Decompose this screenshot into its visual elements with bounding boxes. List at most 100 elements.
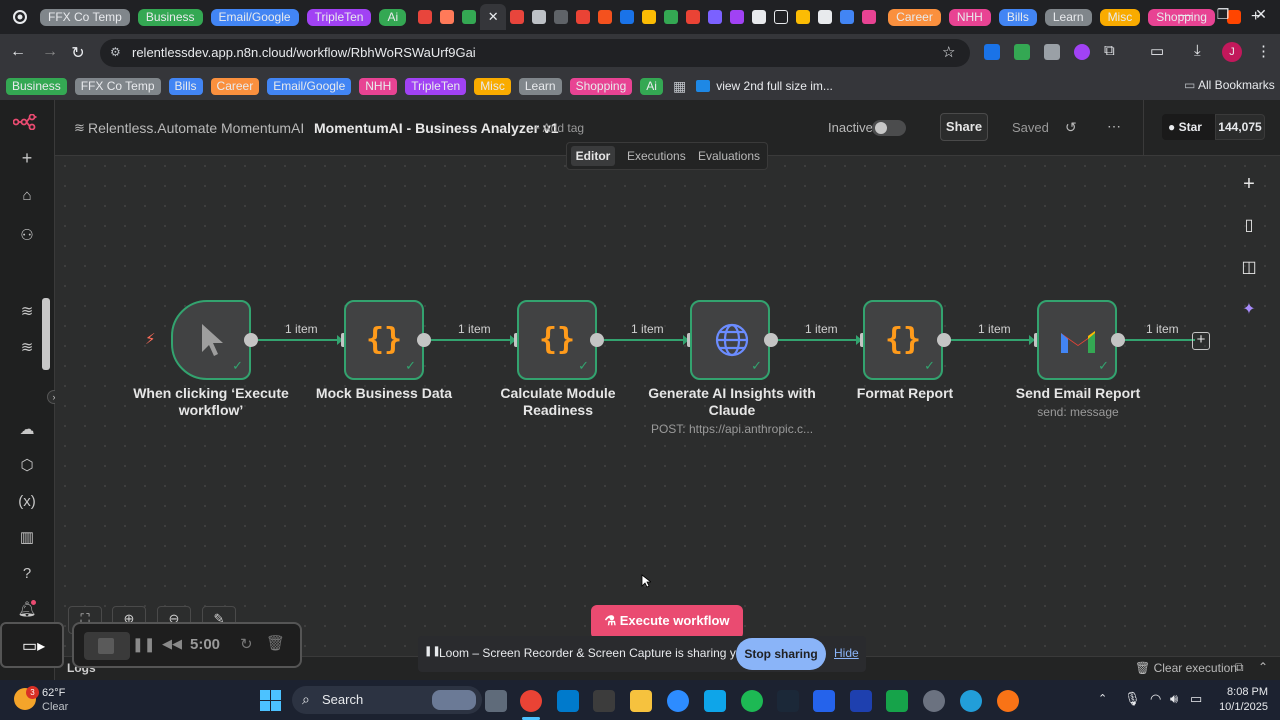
bookmark-folder-learn[interactable]: Learn xyxy=(518,77,562,95)
project-icon[interactable]: ≋ xyxy=(17,338,37,358)
tab-group-learn[interactable]: Learn xyxy=(1044,8,1092,26)
chrome-kebab-icon[interactable]: ⋮ xyxy=(1256,42,1271,60)
drive-icon[interactable] xyxy=(1014,44,1030,60)
tab-favicon[interactable] xyxy=(708,10,723,24)
templates-icon[interactable]: ⬡ xyxy=(17,456,37,476)
bookmark-folder-shopping[interactable]: Shopping xyxy=(569,77,633,95)
windows-start-icon[interactable] xyxy=(260,690,281,711)
extensions-puzzle-icon[interactable]: ⧉ xyxy=(1104,42,1115,59)
telegram-icon[interactable] xyxy=(960,690,982,712)
tab-favicon[interactable] xyxy=(686,10,701,24)
output-handle[interactable] xyxy=(1111,333,1125,347)
delete-icon[interactable]: 🗑︎ xyxy=(266,634,285,652)
tab-favicon[interactable] xyxy=(576,10,591,24)
extension-icon[interactable] xyxy=(984,44,1000,60)
close-window-icon[interactable]: ✕ xyxy=(1246,6,1276,26)
tab-favicon[interactable] xyxy=(554,10,569,24)
tab-favicon[interactable] xyxy=(840,10,855,24)
n8n-logo-icon[interactable] xyxy=(12,113,37,134)
bookmark-folder-nhh[interactable]: NHH xyxy=(359,77,398,95)
execute-workflow-button[interactable]: ⚗︎ Execute workflow xyxy=(591,605,743,639)
app-icon[interactable] xyxy=(997,690,1019,712)
logs-popout-icon[interactable]: ⧉ xyxy=(1235,660,1244,675)
microphone-icon[interactable]: 🎙︎ xyxy=(1124,691,1141,707)
more-options-icon[interactable]: ⋯ xyxy=(1107,118,1121,135)
weather-temp[interactable]: 62°F xyxy=(42,687,65,699)
notepad-icon[interactable] xyxy=(850,690,872,712)
reload-icon[interactable]: ↻ xyxy=(68,43,88,63)
apps-grid-icon[interactable]: ▦ xyxy=(673,78,686,95)
tab-favicon[interactable] xyxy=(440,10,455,24)
chrome-taskbar-icon[interactable] xyxy=(520,690,542,712)
file-explorer-icon[interactable] xyxy=(630,690,652,712)
output-handle[interactable] xyxy=(417,333,431,347)
minimize-icon[interactable]: — xyxy=(1170,6,1200,26)
store-icon[interactable] xyxy=(704,690,726,712)
bookmark-star-icon[interactable]: ☆ xyxy=(942,43,955,61)
chrome-menu-icon[interactable] xyxy=(0,0,40,34)
active-toggle[interactable] xyxy=(872,120,906,136)
bookmark-folder-ai[interactable]: Ai xyxy=(640,77,663,95)
forward-icon[interactable]: → xyxy=(40,43,60,63)
tab-favicon[interactable] xyxy=(862,10,877,24)
share-button[interactable]: Share xyxy=(940,113,988,141)
tab-favicon[interactable] xyxy=(796,10,811,24)
tab-favicon[interactable] xyxy=(730,10,745,24)
sticky-note-icon[interactable]: ▯ xyxy=(1235,212,1263,240)
bookmark-folder-email-google[interactable]: Email/Google xyxy=(267,77,352,95)
hide-sharing-link[interactable]: Hide xyxy=(834,646,859,660)
node-generate-ai-insights[interactable]: ✓ xyxy=(690,300,770,380)
github-star-button[interactable]: ● Star xyxy=(1162,114,1215,140)
loom-camera-bubble[interactable]: ▭▸ xyxy=(0,622,64,668)
tab-group-misc[interactable]: Misc xyxy=(1099,8,1141,26)
rewind-icon[interactable]: ◀◀ xyxy=(162,636,182,652)
node-mock-business-data[interactable]: {} ✓ xyxy=(344,300,424,380)
spotify-icon[interactable] xyxy=(741,690,763,712)
taskbar-search[interactable]: ⌕ Search xyxy=(292,686,482,714)
clock-time[interactable]: 8:08 PM xyxy=(1226,686,1268,698)
active-tab-close-icon[interactable]: ✕ xyxy=(480,4,507,30)
tab-group-tripleten[interactable]: TripleTen xyxy=(306,8,372,26)
app-icon[interactable] xyxy=(886,690,908,712)
bookmark-folder-bills[interactable]: Bills xyxy=(168,77,203,95)
bookmark-folder-tripleten[interactable]: TripleTen xyxy=(405,77,467,95)
add-node-panel-icon[interactable]: + xyxy=(1235,170,1263,198)
restart-icon[interactable]: ↻ xyxy=(240,635,253,653)
output-handle[interactable] xyxy=(244,333,258,347)
variables-icon[interactable]: (x) xyxy=(17,492,37,512)
workflow-canvas[interactable]: Editor Executions Evaluations 1 item 1 i… xyxy=(55,142,1280,680)
ai-assistant-icon[interactable]: ✦ xyxy=(1235,296,1263,324)
tab-favicon[interactable] xyxy=(620,10,635,24)
tab-group-bills[interactable]: Bills xyxy=(998,8,1037,26)
bookmark-folder-misc[interactable]: Misc xyxy=(474,77,511,95)
output-handle[interactable] xyxy=(590,333,604,347)
tab-favicon[interactable] xyxy=(462,10,477,24)
tab-group-career[interactable]: Career xyxy=(888,8,941,26)
url-text[interactable]: relentlessdev.app.n8n.cloud/workflow/Rbh… xyxy=(132,45,476,60)
pause-icon[interactable]: ❚❚ xyxy=(132,636,155,653)
maximize-icon[interactable]: ❐ xyxy=(1208,6,1238,26)
home-icon[interactable]: ⌂ xyxy=(17,186,37,206)
tab-favicon[interactable] xyxy=(418,10,433,24)
node-calculate-module-readiness[interactable]: {} ✓ xyxy=(517,300,597,380)
terminal-icon[interactable] xyxy=(593,690,615,712)
all-bookmarks[interactable]: ▭ All Bookmarks xyxy=(1184,78,1275,92)
zoom-icon[interactable] xyxy=(667,690,689,712)
tab-favicon[interactable] xyxy=(774,10,789,24)
bookmark-folder-ffx-co-temp[interactable]: FFX Co Temp xyxy=(74,77,161,95)
github-star-count[interactable]: 144,075 xyxy=(1215,114,1265,140)
tab-favicon[interactable] xyxy=(532,10,547,24)
download-icon[interactable]: ⤓ xyxy=(1194,42,1201,59)
tab-group-nhh[interactable]: NHH xyxy=(948,8,991,26)
tab-group-ffx-co-temp[interactable]: FFX Co Temp xyxy=(40,8,130,26)
tab-favicon[interactable] xyxy=(664,10,679,24)
toggle-panel-icon[interactable]: ◫ xyxy=(1235,254,1263,282)
insights-icon[interactable]: ▥ xyxy=(17,528,37,548)
loom-stop-button[interactable] xyxy=(84,632,130,660)
stop-sharing-button[interactable]: Stop sharing xyxy=(736,638,826,670)
output-handle[interactable] xyxy=(764,333,778,347)
photos-icon[interactable] xyxy=(813,690,835,712)
tab-group-business[interactable]: Business xyxy=(137,8,203,26)
tab-favicon[interactable] xyxy=(752,10,767,24)
breadcrumb-project[interactable]: Relentless.Automate xyxy=(88,120,217,136)
